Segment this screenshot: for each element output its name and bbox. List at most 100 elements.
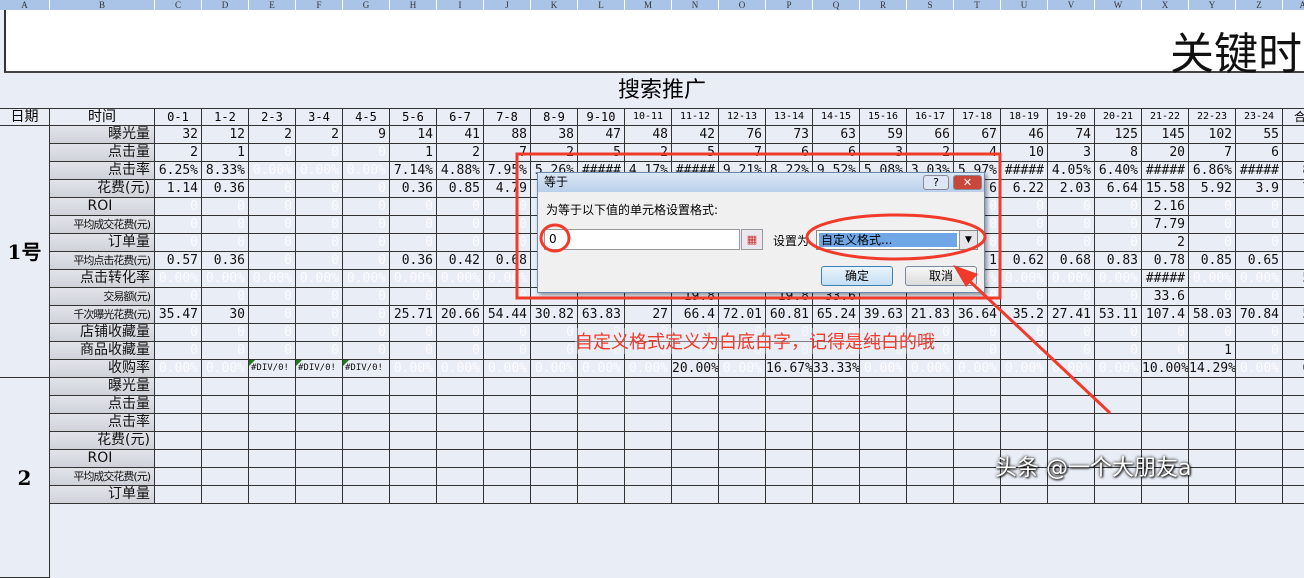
table-cell[interactable] bbox=[202, 432, 249, 450]
table-cell[interactable]: 0 bbox=[954, 324, 1001, 342]
table-cell[interactable] bbox=[766, 432, 813, 450]
table-cell[interactable] bbox=[343, 396, 390, 414]
table-cell[interactable] bbox=[343, 450, 390, 468]
table-cell[interactable]: 12 bbox=[202, 126, 249, 144]
table-cell[interactable]: 63 bbox=[813, 126, 860, 144]
table-cell[interactable]: 0.00% bbox=[1189, 270, 1236, 288]
table-cell[interactable]: 20.66 bbox=[437, 306, 484, 324]
table-cell[interactable] bbox=[531, 486, 578, 504]
table-cell[interactable]: 0 bbox=[343, 252, 390, 270]
table-cell[interactable]: 0 bbox=[1048, 342, 1095, 360]
table-cell[interactable]: 0.00% bbox=[343, 162, 390, 180]
table-cell[interactable] bbox=[766, 468, 813, 486]
table-cell[interactable] bbox=[343, 378, 390, 396]
table-cell[interactable]: 0 bbox=[437, 216, 484, 234]
table-cell[interactable]: 0.00% bbox=[155, 360, 202, 378]
table-cell[interactable] bbox=[813, 486, 860, 504]
table-cell[interactable] bbox=[390, 396, 437, 414]
table-cell[interactable]: 0.00% bbox=[1001, 270, 1048, 288]
table-cell[interactable]: 0.00% bbox=[343, 270, 390, 288]
table-cell[interactable]: 0 bbox=[1189, 198, 1236, 216]
table-cell[interactable]: 73 bbox=[766, 126, 813, 144]
table-cell[interactable]: 5 bbox=[672, 144, 719, 162]
table-cell[interactable] bbox=[1236, 468, 1283, 486]
table-cell[interactable]: 0 bbox=[202, 198, 249, 216]
close-button[interactable]: ✕ bbox=[953, 175, 982, 190]
table-cell[interactable] bbox=[155, 414, 202, 432]
table-cell[interactable]: 0.83 bbox=[1095, 252, 1142, 270]
column-header-B[interactable]: B bbox=[50, 0, 155, 10]
table-cell[interactable]: 10 bbox=[1001, 144, 1048, 162]
table-cell[interactable] bbox=[531, 414, 578, 432]
table-cell[interactable]: 8.2 bbox=[1283, 162, 1304, 180]
table-cell[interactable]: 0.00% bbox=[1048, 270, 1095, 288]
table-cell[interactable]: 2 bbox=[531, 144, 578, 162]
table-cell[interactable]: #DIV/0! bbox=[249, 360, 296, 378]
column-header-I[interactable]: I bbox=[437, 0, 484, 10]
table-cell[interactable]: 0 bbox=[155, 216, 202, 234]
table-cell[interactable]: 0.62 bbox=[1001, 252, 1048, 270]
table-cell[interactable]: 2.03 bbox=[1048, 180, 1095, 198]
table-cell[interactable] bbox=[1048, 414, 1095, 432]
table-cell[interactable]: 0 bbox=[437, 288, 484, 306]
table-cell[interactable] bbox=[202, 450, 249, 468]
table-cell[interactable] bbox=[625, 414, 672, 432]
table-cell[interactable] bbox=[766, 396, 813, 414]
table-cell[interactable]: 106 bbox=[1283, 288, 1304, 306]
table-cell[interactable] bbox=[1236, 486, 1283, 504]
table-cell[interactable] bbox=[1236, 378, 1283, 396]
table-cell[interactable]: 0 bbox=[531, 342, 578, 360]
table-cell[interactable] bbox=[672, 432, 719, 450]
table-cell[interactable]: ##### bbox=[1142, 162, 1189, 180]
table-cell[interactable] bbox=[1283, 432, 1304, 450]
table-cell[interactable] bbox=[860, 378, 907, 396]
table-cell[interactable]: 0.85 bbox=[437, 180, 484, 198]
table-cell[interactable] bbox=[578, 432, 625, 450]
table-cell[interactable]: 3.9 bbox=[1236, 180, 1283, 198]
table-cell[interactable]: 59 bbox=[860, 126, 907, 144]
table-cell[interactable]: 7.14% bbox=[390, 162, 437, 180]
table-cell[interactable]: 0 bbox=[1236, 198, 1283, 216]
table-cell[interactable]: 0.00% bbox=[1236, 360, 1283, 378]
table-cell[interactable]: ##### bbox=[1001, 162, 1048, 180]
table-cell[interactable] bbox=[484, 414, 531, 432]
table-cell[interactable] bbox=[813, 414, 860, 432]
table-cell[interactable] bbox=[202, 468, 249, 486]
table-cell[interactable]: 0 bbox=[296, 342, 343, 360]
table-cell[interactable]: 20 bbox=[1142, 144, 1189, 162]
table-cell[interactable] bbox=[531, 468, 578, 486]
table-cell[interactable]: 0 bbox=[1001, 198, 1048, 216]
table-cell[interactable] bbox=[1283, 234, 1304, 252]
table-cell[interactable]: 0.00% bbox=[484, 360, 531, 378]
table-cell[interactable]: 0 bbox=[296, 234, 343, 252]
table-cell[interactable] bbox=[1283, 450, 1304, 468]
table-cell[interactable]: 0.00% bbox=[249, 162, 296, 180]
table-cell[interactable]: 41 bbox=[437, 126, 484, 144]
table-cell[interactable] bbox=[1283, 414, 1304, 432]
table-cell[interactable]: 0 bbox=[437, 324, 484, 342]
table-cell[interactable]: 4.88% bbox=[437, 162, 484, 180]
table-cell[interactable] bbox=[625, 378, 672, 396]
table-cell[interactable] bbox=[860, 486, 907, 504]
table-cell[interactable] bbox=[249, 468, 296, 486]
table-cell[interactable]: 21.83 bbox=[907, 306, 954, 324]
table-cell[interactable] bbox=[954, 396, 1001, 414]
table-cell[interactable]: 0.57 bbox=[155, 252, 202, 270]
table-cell[interactable]: 6 bbox=[766, 144, 813, 162]
column-header-R[interactable]: R bbox=[860, 0, 907, 10]
table-cell[interactable]: 0.00% bbox=[155, 270, 202, 288]
table-cell[interactable]: 88 bbox=[484, 126, 531, 144]
table-cell[interactable] bbox=[1189, 396, 1236, 414]
table-cell[interactable] bbox=[1236, 450, 1283, 468]
table-cell[interactable] bbox=[249, 432, 296, 450]
table-cell[interactable] bbox=[296, 414, 343, 432]
table-cell[interactable]: 0 bbox=[484, 288, 531, 306]
table-cell[interactable]: 6.64 bbox=[1095, 180, 1142, 198]
table-cell[interactable]: 30.82 bbox=[531, 306, 578, 324]
table-cell[interactable]: #DIV/0! bbox=[296, 360, 343, 378]
column-header-E[interactable]: E bbox=[249, 0, 296, 10]
table-cell[interactable] bbox=[907, 468, 954, 486]
table-cell[interactable] bbox=[343, 432, 390, 450]
table-cell[interactable]: 2 bbox=[1142, 234, 1189, 252]
table-cell[interactable] bbox=[625, 396, 672, 414]
